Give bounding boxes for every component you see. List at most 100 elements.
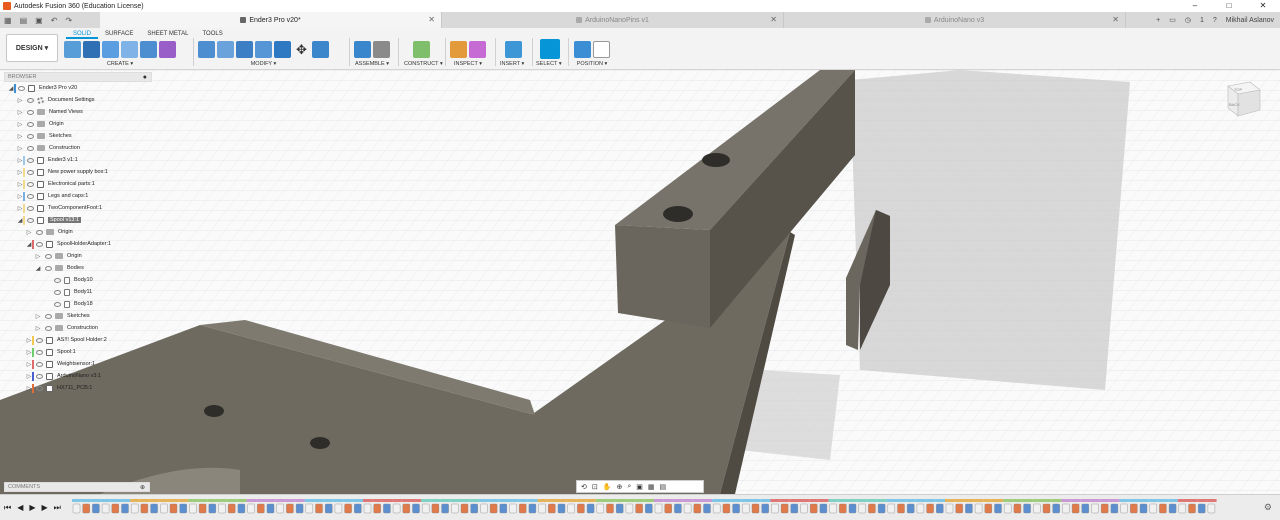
- insert-menu-label[interactable]: INSERT ▾: [500, 61, 524, 67]
- construct-menu-label[interactable]: CONSTRUCT ▾: [404, 61, 443, 67]
- timeline-feature-icon[interactable]: [160, 503, 168, 514]
- view-cube[interactable]: TOP BACK: [1220, 76, 1264, 120]
- new-tab-icon[interactable]: +: [1156, 17, 1160, 24]
- timeline-back-button[interactable]: ◀: [17, 503, 23, 513]
- tab-solid[interactable]: SOLID: [66, 30, 99, 39]
- timeline-feature-icon[interactable]: [499, 503, 507, 514]
- chat-icon[interactable]: ▭: [1169, 16, 1176, 24]
- timeline-feature-icon[interactable]: [286, 503, 294, 514]
- timeline-feature-icon[interactable]: [616, 503, 624, 514]
- visibility-eye-icon[interactable]: [54, 301, 61, 307]
- visibility-eye-icon[interactable]: [36, 385, 43, 391]
- visibility-eye-icon[interactable]: [18, 85, 25, 91]
- timeline-feature-icon[interactable]: [771, 503, 779, 514]
- visibility-eye-icon[interactable]: [27, 97, 34, 103]
- timeline-feature-icon[interactable]: [955, 503, 963, 514]
- timeline-start-button[interactable]: ⏮: [4, 503, 11, 513]
- timeline-feature-icon[interactable]: [926, 503, 934, 514]
- browser-tree-item[interactable]: ▷ Sketches: [4, 130, 152, 142]
- timeline-feature-icon[interactable]: [1100, 503, 1109, 514]
- timeline-feature-icon[interactable]: [567, 503, 575, 514]
- timeline-feature-icon[interactable]: [742, 503, 750, 514]
- browser-tree-item[interactable]: ▷ Origin: [4, 118, 152, 130]
- capture-position-icon[interactable]: [574, 40, 591, 58]
- browser-tree-item[interactable]: Body11: [4, 286, 152, 298]
- timeline-feature-icon[interactable]: [354, 503, 362, 514]
- tab-sheet-metal[interactable]: SHEET METAL: [140, 30, 195, 39]
- timeline-feature-icon[interactable]: [480, 503, 488, 514]
- browser-tree-item[interactable]: ▷ TwoComponentFoot:1: [4, 202, 152, 214]
- timeline-feature-icon[interactable]: [257, 503, 265, 514]
- timeline-feature-icon[interactable]: [538, 503, 546, 514]
- timeline-feature-icon[interactable]: [1013, 503, 1022, 514]
- timeline-feature-icon[interactable]: [460, 503, 469, 514]
- close-button[interactable]: ✕: [1246, 0, 1280, 12]
- browser-header[interactable]: BROWSER ●: [4, 72, 152, 82]
- timeline-feature-icon[interactable]: [548, 503, 556, 514]
- browser-tree-item[interactable]: ▷ AS!!! Spool Holder:2: [4, 334, 152, 346]
- grid-menu-icon[interactable]: ▦: [4, 16, 12, 25]
- visibility-eye-icon[interactable]: [27, 217, 34, 223]
- timeline-feature-icon[interactable]: [577, 503, 585, 514]
- canvas-viewport[interactable]: [0, 70, 1280, 494]
- timeline-feature-icon[interactable]: [674, 503, 682, 514]
- timeline-feature-icon[interactable]: [1023, 503, 1031, 514]
- timeline-feature-icon[interactable]: [1130, 503, 1138, 514]
- timeline-feature-icon[interactable]: [703, 503, 711, 514]
- tab-arduino-nano[interactable]: ArduinoNano v3 ✕: [784, 12, 1126, 28]
- browser-tree-item[interactable]: ▷ HX711_PCB:1: [4, 382, 152, 394]
- extrude-icon[interactable]: [83, 40, 100, 58]
- timeline-feature-icon[interactable]: [819, 503, 828, 514]
- visibility-eye-icon[interactable]: [36, 349, 43, 355]
- timeline-feature-icon[interactable]: [373, 503, 381, 514]
- viewports-icon[interactable]: ▤: [660, 483, 667, 491]
- timeline-feature-icon[interactable]: [140, 503, 149, 514]
- browser-tree-item[interactable]: ◢ Bodies: [4, 262, 152, 274]
- close-tab-icon[interactable]: ✕: [770, 15, 777, 24]
- timeline-feature-icon[interactable]: [111, 503, 119, 514]
- timeline-feature-icon[interactable]: [1033, 503, 1041, 514]
- move-icon[interactable]: ✥: [293, 41, 310, 58]
- measure-icon[interactable]: [450, 40, 467, 58]
- add-comment-icon[interactable]: ⊕: [140, 484, 145, 491]
- visibility-eye-icon[interactable]: [27, 145, 34, 151]
- timeline-feature-icon[interactable]: [897, 503, 905, 514]
- timeline-feature-icon[interactable]: [422, 503, 430, 514]
- position-menu-label[interactable]: POSITION ▾: [574, 61, 610, 67]
- orbit-icon[interactable]: ⟲: [581, 483, 587, 491]
- clock-icon[interactable]: ◷: [1185, 16, 1191, 24]
- browser-tree-item[interactable]: ▷ Named Views: [4, 106, 152, 118]
- timeline-feature-icon[interactable]: [72, 503, 81, 514]
- timeline-feature-icon[interactable]: [683, 503, 692, 514]
- timeline-feature-icon[interactable]: [237, 503, 246, 514]
- timeline-feature-icon[interactable]: [441, 503, 449, 514]
- timeline-feature-icon[interactable]: [1188, 503, 1196, 514]
- timeline-feature-icon[interactable]: [1110, 503, 1119, 514]
- timeline-feature-icon[interactable]: [169, 503, 178, 514]
- timeline-feature-icon[interactable]: [1052, 503, 1060, 514]
- timeline-feature-icon[interactable]: [150, 503, 158, 514]
- visibility-eye-icon[interactable]: [45, 265, 52, 271]
- timeline-feature-icon[interactable]: [431, 503, 440, 514]
- browser-tree-item[interactable]: ▷ Legs and caps:1: [4, 190, 152, 202]
- timeline-feature-icon[interactable]: [887, 503, 895, 514]
- timeline-feature-icon[interactable]: [858, 503, 866, 514]
- timeline-feature-icon[interactable]: [334, 503, 343, 514]
- timeline-feature-icon[interactable]: [266, 503, 275, 514]
- timeline-feature-icon[interactable]: [829, 503, 837, 514]
- timeline-feature-icon[interactable]: [92, 503, 100, 514]
- modify-menu-label[interactable]: MODIFY ▾: [198, 61, 329, 67]
- visibility-eye-icon[interactable]: [27, 181, 34, 187]
- timeline-feature-icon[interactable]: [1120, 503, 1128, 514]
- visibility-eye-icon[interactable]: [27, 157, 34, 163]
- timeline-feature-icon[interactable]: [722, 503, 731, 514]
- timeline-feature-icon[interactable]: [1197, 503, 1206, 514]
- timeline-feature-icon[interactable]: [198, 503, 207, 514]
- timeline-feature-icon[interactable]: [596, 503, 604, 514]
- timeline-feature-icon[interactable]: [1004, 503, 1012, 514]
- visibility-eye-icon[interactable]: [27, 169, 34, 175]
- timeline-feature-icon[interactable]: [509, 503, 517, 514]
- timeline-feature-icon[interactable]: [227, 503, 236, 514]
- browser-tree-item[interactable]: ◢ Spool v13:1: [4, 214, 152, 226]
- visibility-eye-icon[interactable]: [27, 193, 34, 199]
